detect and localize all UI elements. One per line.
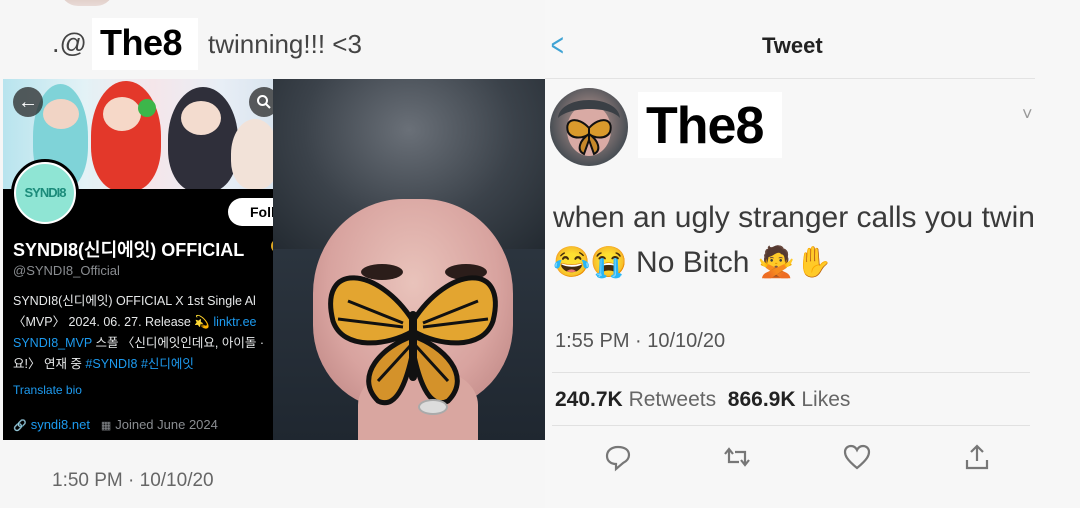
profile-meta-row: 🔗 syndi8.net ▦ Joined June 2024 xyxy=(13,417,218,432)
banner-character-face xyxy=(103,97,141,131)
bio-text: 요!〉 연재 중 xyxy=(13,357,86,371)
likes-count[interactable]: 866.9K xyxy=(728,388,796,411)
profile-avatar[interactable]: SYNDI8 xyxy=(16,164,74,222)
chevron-left-icon[interactable]: < xyxy=(551,27,564,64)
back-arrow-icon[interactable]: ← xyxy=(13,87,43,117)
bio-mention[interactable]: SYNDI8_MVP xyxy=(13,336,92,350)
retweet-icon[interactable] xyxy=(722,442,752,472)
likes-label[interactable]: Likes xyxy=(801,388,850,411)
link-icon: 🔗 xyxy=(13,420,27,432)
right-tweet-timestamp: 1:55 PM · 10/10/20 xyxy=(555,330,726,352)
right-tweet-text-line: 😂😭 No Bitch 🙅✋ xyxy=(553,246,833,279)
right-author-name[interactable]: The8 xyxy=(646,96,764,156)
calendar-icon: ▦ xyxy=(100,420,112,432)
profile-display-name: SYNDI8(신디에잇) OFFICIAL xyxy=(13,240,245,260)
bio-text: 〈MVP〉 2024. 06. 27. Release 💫 xyxy=(13,315,214,329)
bio-line: SYNDI8_MVP 스폴 〈신디에잇인데요, 아이돌 · xyxy=(13,333,275,354)
tweet-photo[interactable] xyxy=(273,79,545,440)
nav-title: Tweet xyxy=(762,33,823,58)
bio-line: 〈MVP〉 2024. 06. 27. Release 💫 linktr.ee xyxy=(13,312,275,333)
website-link[interactable]: syndi8.net xyxy=(31,417,90,432)
bio-hashtags[interactable]: #SYNDI8 #신디에잇 xyxy=(85,357,194,371)
photo-ring xyxy=(418,399,448,415)
leaf-decoration xyxy=(138,99,156,117)
bio-link[interactable]: linktr.ee xyxy=(213,315,256,329)
bio-text: 스폴 〈신디에잇인데요, 아이돌 · xyxy=(91,336,264,350)
reply-icon[interactable] xyxy=(603,442,633,472)
retweets-label[interactable]: Retweets xyxy=(629,388,717,411)
left-author-name[interactable]: The8 xyxy=(100,22,183,64)
right-tweet-text-line: when an ugly stranger calls you twin xyxy=(553,201,1035,234)
mention-prefix: .@ xyxy=(52,28,87,58)
right-avatar[interactable] xyxy=(550,88,628,166)
tweet-stats: 240.7K Retweets 866.9K Likes xyxy=(555,388,850,412)
share-icon[interactable] xyxy=(962,442,992,472)
bio-line: 요!〉 연재 중 #SYNDI8 #신디에잇 xyxy=(13,354,275,375)
left-tweet-text: twinning!!! <3 xyxy=(208,29,362,59)
banner-character xyxy=(231,119,275,189)
butterfly-image xyxy=(328,275,498,406)
divider xyxy=(552,372,1030,373)
divider xyxy=(545,78,1035,79)
chevron-down-icon[interactable]: ˅ xyxy=(1022,104,1033,125)
retweets-count[interactable]: 240.7K xyxy=(555,388,623,411)
joined-date: Joined June 2024 xyxy=(115,417,218,432)
left-tweet-timestamp: 1:50 PM · 10/10/20 xyxy=(52,470,214,491)
banner-character-face xyxy=(43,99,79,129)
bio-line: SYNDI8(신디에잇) OFFICIAL X 1st Single Al xyxy=(13,294,256,308)
banner-character-face xyxy=(181,101,221,135)
profile-handle: @SYNDI8_Official xyxy=(13,263,120,278)
follow-button[interactable]: Foll xyxy=(228,198,275,226)
translate-bio-link[interactable]: Translate bio xyxy=(13,383,82,397)
like-icon[interactable] xyxy=(842,442,872,472)
profile-bio: SYNDI8(신디에잇) OFFICIAL X 1st Single Al 〈M… xyxy=(13,291,275,375)
search-icon[interactable] xyxy=(249,87,275,117)
divider xyxy=(552,425,1030,426)
embedded-profile-screenshot: ← SYNDI8 Foll SYNDI8(신디에잇) OFFICIAL @SYN… xyxy=(3,79,275,440)
